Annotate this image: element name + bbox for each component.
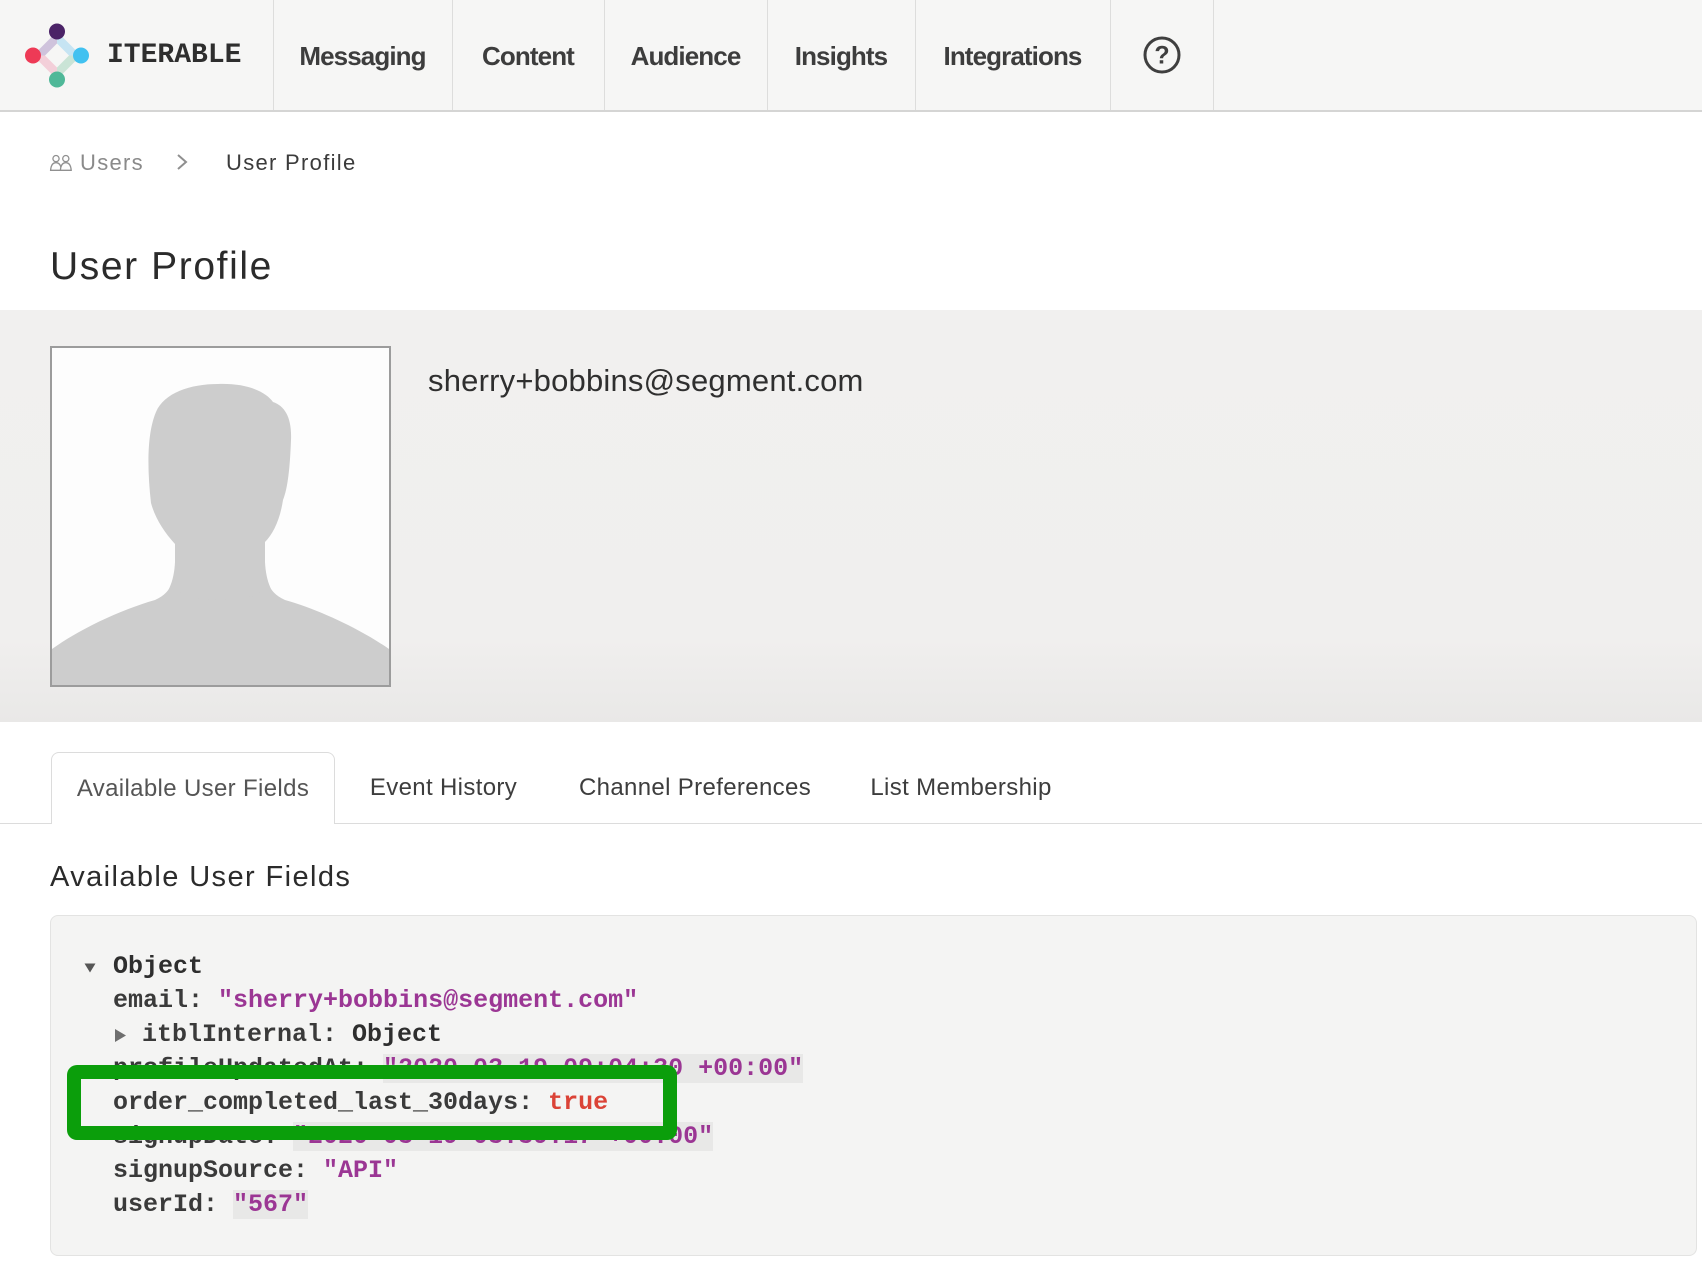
svg-text:?: ? (1154, 42, 1169, 70)
